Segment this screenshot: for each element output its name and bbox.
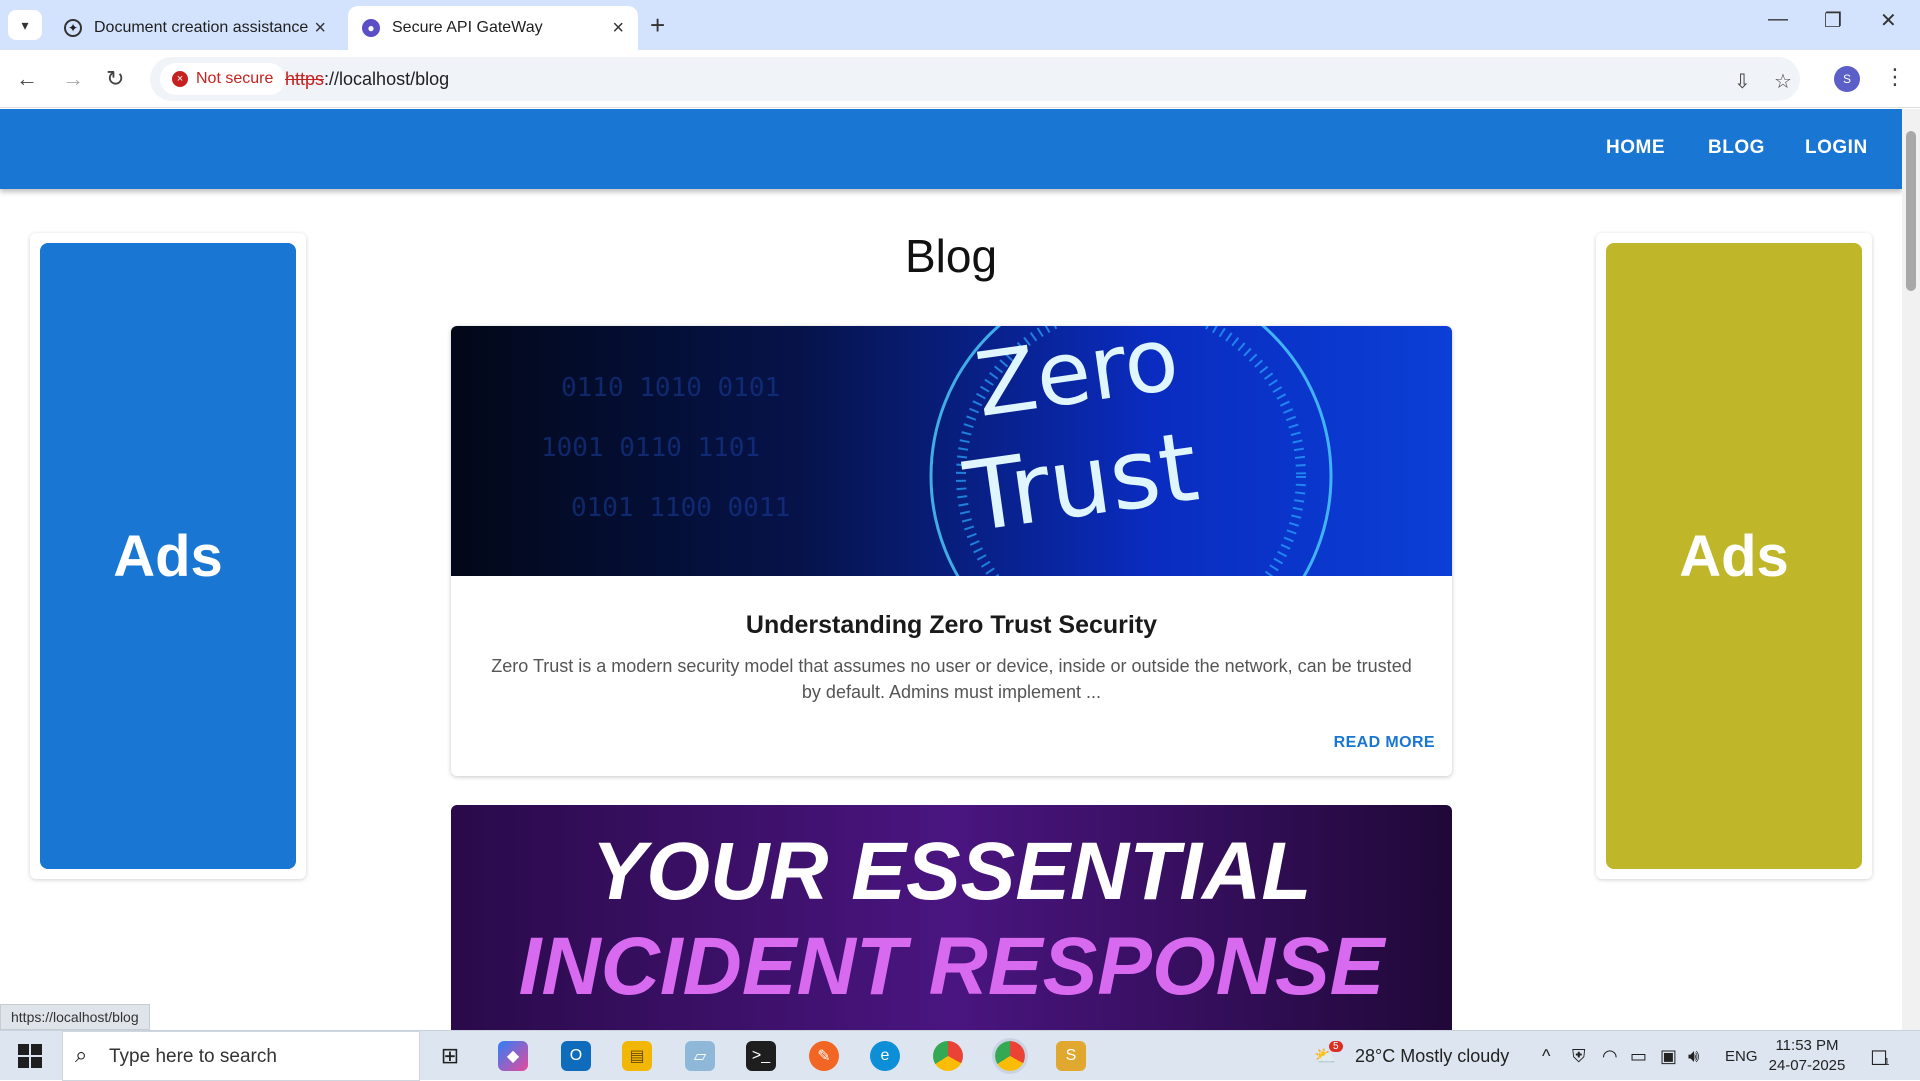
- security-label: Not secure: [196, 70, 274, 87]
- address-bar[interactable]: × Not secure https://localhost/blog ⇩ ☆: [150, 57, 1800, 101]
- tab-document-creation[interactable]: ✦ Document creation assistance ×: [50, 6, 340, 50]
- tab-secure-api-gateway[interactable]: ● Secure API GateWay ×: [348, 6, 638, 50]
- post-image-text-1: YOUR ESSENTIAL: [591, 826, 1312, 917]
- chrome-icon[interactable]: [933, 1041, 963, 1071]
- post-title[interactable]: Understanding Zero Trust Security: [451, 611, 1452, 640]
- browser-menu-icon[interactable]: ⋮: [1884, 64, 1906, 90]
- chevron-down-icon: ▾: [21, 16, 29, 33]
- browser-tab-bar: ▾ ✦ Document creation assistance × ● Sec…: [0, 0, 1920, 50]
- security-chip[interactable]: × Not secure: [160, 63, 286, 95]
- post-image: 0110 1010 0101 1001 0110 1101 0101 1100 …: [451, 326, 1452, 576]
- tab-search-button[interactable]: ▾: [8, 10, 42, 40]
- notification-count: 1: [1884, 1057, 1890, 1068]
- outlook-icon[interactable]: O: [561, 1041, 591, 1071]
- warning-icon: ×: [172, 71, 188, 87]
- nav-home[interactable]: HOME: [1606, 137, 1665, 159]
- minimize-icon[interactable]: —: [1768, 8, 1788, 31]
- bookmark-star-icon[interactable]: ☆: [1774, 69, 1792, 94]
- ad-banner-left[interactable]: Ads: [40, 243, 296, 869]
- windows-taskbar: ⌕ Type here to search ⊞ ◆ O ▤ ▱ >_ ✎ e S…: [0, 1030, 1920, 1081]
- profile-avatar[interactable]: S: [1834, 66, 1860, 92]
- postman-icon[interactable]: ✎: [809, 1041, 839, 1071]
- search-icon: ⌕: [75, 1042, 88, 1067]
- taskbar-clock[interactable]: 11:53 PM 24-07-2025: [1762, 1036, 1852, 1076]
- url-text[interactable]: https://localhost/blog: [285, 69, 449, 90]
- page-title: Blog: [904, 230, 998, 282]
- task-view-icon[interactable]: ⊞: [435, 1041, 465, 1071]
- clock-time: 11:53 PM: [1775, 1037, 1839, 1054]
- ad-card-right: Ads: [1596, 233, 1872, 879]
- url-scheme: https: [285, 69, 325, 89]
- forward-icon[interactable]: →: [62, 66, 84, 92]
- tab-title: Secure API GateWay: [392, 19, 543, 36]
- search-placeholder: Type here to search: [109, 1046, 277, 1067]
- file-explorer-icon[interactable]: ▤: [622, 1041, 652, 1071]
- svg-text:1001 0110 1101: 1001 0110 1101: [541, 433, 760, 463]
- security-shield-icon[interactable]: ⛨: [1572, 1046, 1586, 1067]
- restore-icon[interactable]: ❐: [1824, 8, 1842, 33]
- windows-start-icon[interactable]: [18, 1044, 42, 1068]
- post-excerpt: Zero Trust is a modern security model th…: [491, 656, 1412, 702]
- svg-text:0101 1100 0011: 0101 1100 0011: [571, 493, 790, 523]
- back-icon[interactable]: ←: [16, 66, 38, 92]
- terminal-icon[interactable]: >_: [746, 1041, 776, 1071]
- web-page: HOME BLOG LOGIN Ads Ads Blog 0110 1010 0…: [0, 109, 1902, 1030]
- link-status-url: https://localhost/blog: [0, 1004, 150, 1030]
- nav-blog[interactable]: BLOG: [1708, 137, 1765, 159]
- reload-icon[interactable]: ↻: [106, 66, 124, 92]
- volume-icon[interactable]: 🔊︎: [1688, 1046, 1699, 1067]
- site-favicon-icon: ●: [362, 19, 380, 37]
- zero-trust-illustration: 0110 1010 0101 1001 0110 1101 0101 1100 …: [541, 326, 1333, 576]
- page-scrollbar[interactable]: [1902, 109, 1920, 1030]
- blog-post-card: 0110 1010 0101 1001 0110 1101 0101 1100 …: [451, 326, 1452, 776]
- blog-post-card-2-image: YOUR ESSENTIAL INCIDENT RESPONSE: [451, 805, 1452, 1030]
- close-tab-icon[interactable]: ×: [612, 17, 624, 40]
- wifi-icon[interactable]: ◠: [1602, 1046, 1618, 1067]
- notepad-icon[interactable]: ▱: [685, 1041, 715, 1071]
- svg-text:0110 1010 0101: 0110 1010 0101: [561, 373, 780, 403]
- language-indicator[interactable]: ENG: [1725, 1048, 1758, 1065]
- ad-banner-right[interactable]: Ads: [1606, 243, 1862, 869]
- install-app-icon[interactable]: ⇩: [1734, 69, 1751, 94]
- read-more-button[interactable]: READ MORE: [1334, 734, 1435, 752]
- url-path: ://localhost/blog: [324, 69, 450, 89]
- close-tab-icon[interactable]: ×: [314, 17, 326, 40]
- weather-text[interactable]: 28°C Mostly cloudy: [1355, 1046, 1509, 1067]
- nav-login[interactable]: LOGIN: [1805, 137, 1868, 159]
- site-app-bar: HOME BLOG LOGIN: [0, 109, 1902, 189]
- post-image-text-2: INCIDENT RESPONSE: [518, 921, 1385, 1012]
- copilot-icon[interactable]: ◆: [498, 1041, 528, 1071]
- weather-badge: 5: [1329, 1041, 1343, 1052]
- meet-now-icon[interactable]: ▣: [1660, 1046, 1677, 1067]
- chrome-active-icon[interactable]: [992, 1038, 1028, 1074]
- taskbar-search[interactable]: ⌕ Type here to search: [62, 1031, 420, 1081]
- ad-card-left: Ads: [30, 233, 306, 879]
- chevron-up-icon[interactable]: ^: [1542, 1046, 1550, 1067]
- battery-icon[interactable]: ▭: [1630, 1046, 1647, 1067]
- edge-icon[interactable]: e: [870, 1041, 900, 1071]
- new-tab-button[interactable]: +: [650, 10, 665, 41]
- chatgpt-icon: ✦: [64, 19, 82, 37]
- clock-date: 24-07-2025: [1768, 1057, 1846, 1074]
- sublime-icon[interactable]: S: [1056, 1041, 1086, 1071]
- close-window-icon[interactable]: ✕: [1880, 8, 1897, 33]
- browser-toolbar: ← → ↻ × Not secure https://localhost/blo…: [0, 50, 1920, 108]
- scrollbar-thumb[interactable]: [1906, 131, 1916, 291]
- tab-title: Document creation assistance: [94, 19, 309, 36]
